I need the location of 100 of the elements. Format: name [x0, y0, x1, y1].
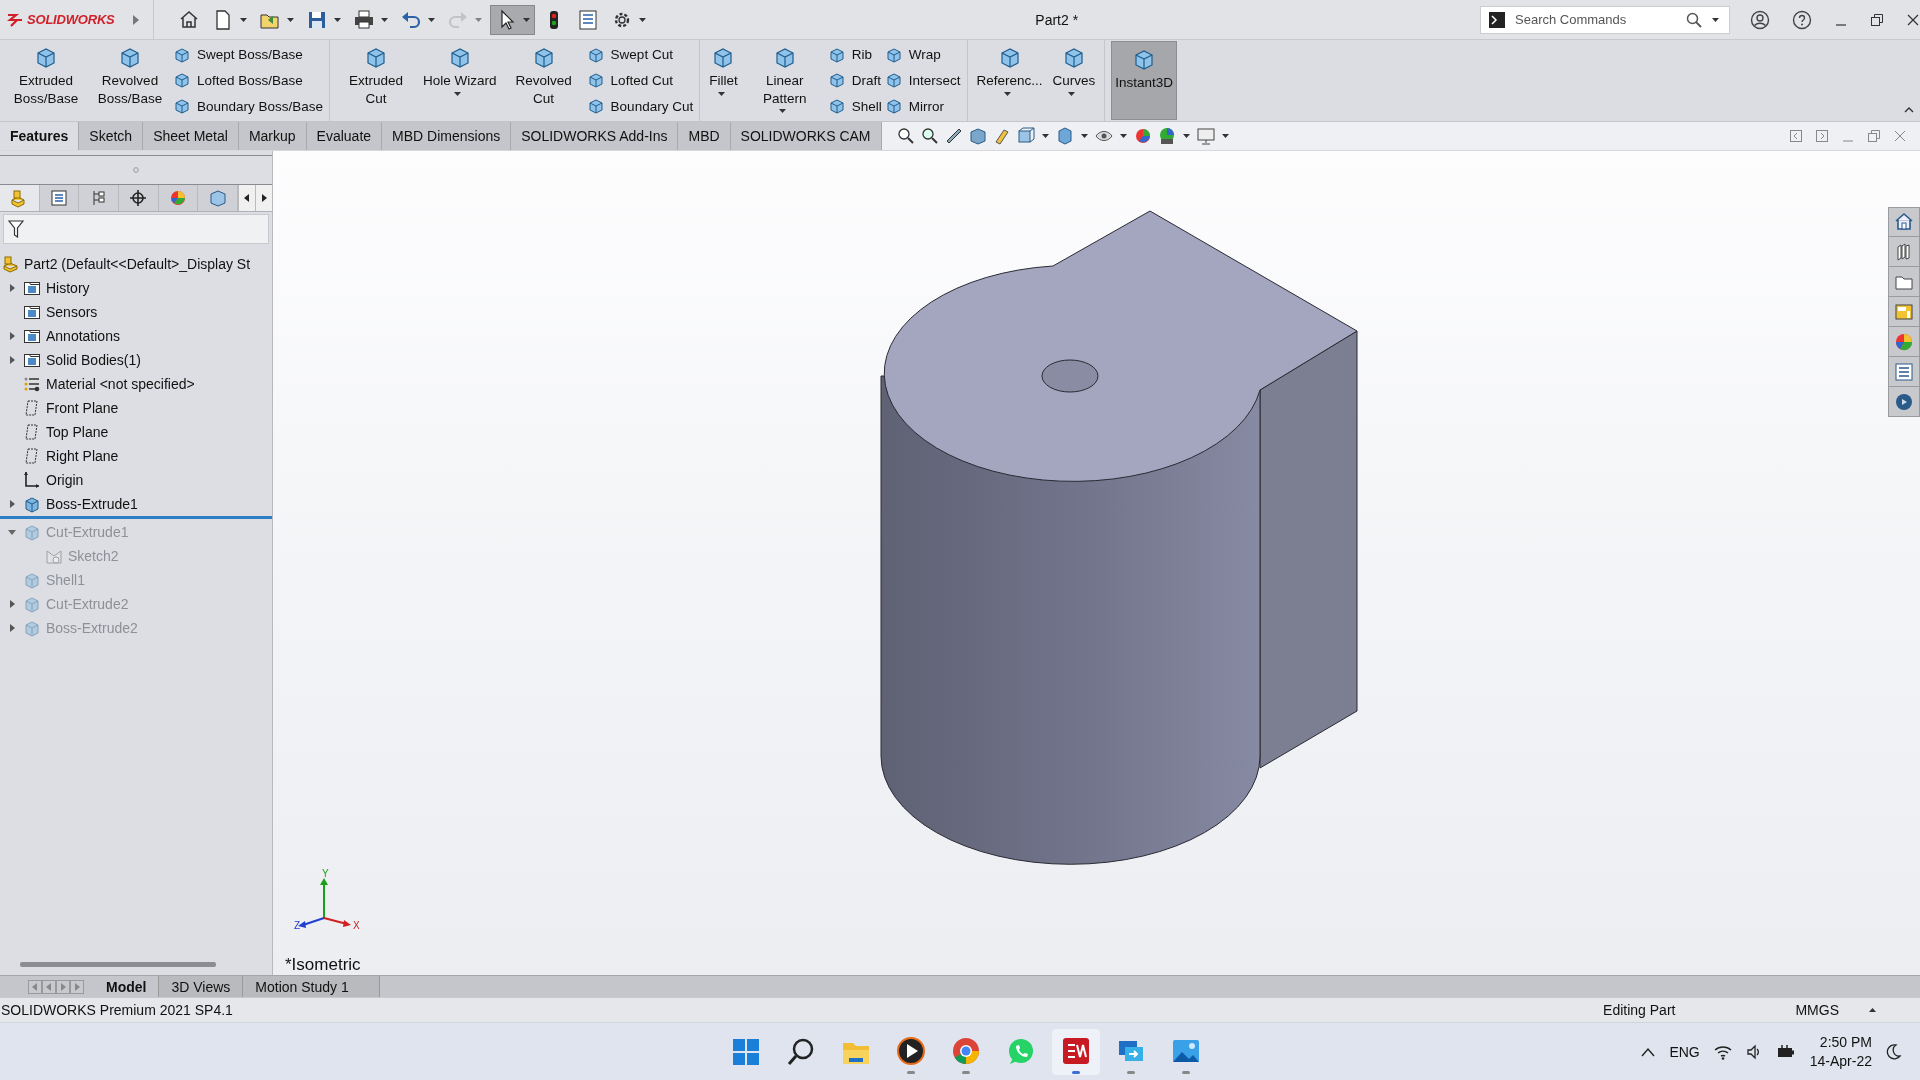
task-pane-tab[interactable]: [1888, 267, 1920, 297]
caret-icon[interactable]: [240, 17, 248, 22]
ribbon-tab[interactable]: MBD: [678, 122, 731, 150]
tree-item[interactable]: Solid Bodies(1): [46, 352, 141, 368]
caret-icon[interactable]: [381, 17, 389, 22]
expand-arrow-icon[interactable]: [8, 600, 16, 608]
ribbon-button[interactable]: Referenc...: [973, 40, 1046, 121]
clock-time[interactable]: 2:50 PM: [1819, 1033, 1872, 1052]
caret-icon[interactable]: [334, 17, 342, 22]
ribbon-button[interactable]: Intersect: [885, 68, 961, 93]
tile-left-icon[interactable]: [1790, 130, 1802, 142]
search-field[interactable]: Search Commands: [1513, 11, 1678, 28]
tree-item[interactable]: Sensors: [46, 304, 98, 320]
ribbon-button[interactable]: Extruded Boss/Base: [6, 40, 86, 121]
ribbon-button[interactable]: Hole Wizard: [420, 40, 500, 121]
ribbon-button[interactable]: Lofted Cut: [587, 68, 694, 93]
view-tab[interactable]: 3D Views: [159, 976, 244, 997]
tree-item[interactable]: Material <not specified>: [46, 376, 195, 392]
caret-icon[interactable]: [639, 17, 647, 22]
language-indicator[interactable]: ENG: [1669, 1043, 1700, 1060]
battery-icon[interactable]: [1775, 1043, 1796, 1060]
search-bar[interactable]: Search Commands: [1480, 5, 1730, 34]
pointer-button[interactable]: [490, 4, 536, 35]
caret-icon[interactable]: [1004, 91, 1011, 96]
ribbon-button[interactable]: Lofted Boss/Base: [174, 68, 324, 93]
collapse-ribbon-icon[interactable]: [1904, 107, 1914, 113]
ribbon-button[interactable]: Fillet: [706, 40, 741, 121]
expand-arrow-icon[interactable]: [8, 624, 16, 632]
expand-arrow-icon[interactable]: [8, 284, 16, 292]
show-hidden-icons-icon[interactable]: [1641, 1046, 1656, 1057]
restore-icon[interactable]: [1870, 12, 1884, 27]
caret-icon[interactable]: [717, 91, 725, 96]
ribbon-button[interactable]: Curves: [1049, 40, 1099, 121]
tree-item[interactable]: Origin: [46, 472, 84, 488]
caret-icon[interactable]: [454, 91, 462, 96]
ribbon-button[interactable]: Mirror: [885, 94, 961, 119]
ribbon-tab[interactable]: SOLIDWORKS CAM: [730, 122, 882, 150]
caret-up-icon[interactable]: [1869, 1008, 1876, 1012]
wifi-icon[interactable]: [1713, 1043, 1732, 1060]
ribbon-tab[interactable]: Evaluate: [306, 122, 383, 150]
collapse-arrow-icon[interactable]: [8, 528, 16, 536]
ribbon-button[interactable]: Draft: [828, 68, 882, 93]
ribbon-button[interactable]: Swept Boss/Base: [174, 42, 324, 67]
caret-icon[interactable]: [1182, 134, 1190, 138]
ribbon-tab[interactable]: Markup: [238, 122, 307, 150]
ribbon-button[interactable]: Linear Pattern: [744, 40, 825, 121]
tree-item[interactable]: Annotations: [46, 328, 120, 344]
ribbon-button[interactable]: Swept Cut: [587, 42, 694, 67]
caret-icon[interactable]: [1080, 134, 1088, 138]
tree-item[interactable]: Front Plane: [46, 400, 119, 416]
expand-arrow-icon[interactable]: [133, 14, 140, 25]
caret-icon[interactable]: [779, 109, 787, 114]
ribbon-button[interactable]: Revolved Cut: [503, 40, 584, 121]
ribbon-tab[interactable]: MBD Dimensions: [382, 122, 512, 150]
volume-icon[interactable]: [1745, 1043, 1762, 1060]
ribbon-tab[interactable]: Sketch: [79, 122, 144, 150]
ribbon-button[interactable]: Boundary Cut: [587, 94, 694, 119]
clock-date[interactable]: 14-Apr-22: [1809, 1051, 1872, 1070]
tree-item[interactable]: Right Plane: [46, 448, 119, 464]
ribbon-button[interactable]: Revolved Boss/Base: [90, 40, 170, 121]
horizontal-scrollbar[interactable]: [20, 962, 216, 967]
ribbon-tab[interactable]: SOLIDWORKS Add-Ins: [511, 122, 679, 150]
caret-icon[interactable]: [1119, 134, 1127, 138]
ribbon-button[interactable]: Rib: [828, 42, 882, 67]
filter-field[interactable]: [3, 214, 269, 244]
close-icon[interactable]: [1906, 12, 1920, 27]
caret-icon[interactable]: [1712, 17, 1719, 22]
ribbon-tab[interactable]: Sheet Metal: [143, 122, 239, 150]
caret-icon[interactable]: [287, 17, 295, 22]
tree-item[interactable]: History: [46, 280, 90, 296]
ribbon-button[interactable]: Extruded Cut: [336, 40, 417, 121]
zoom-area-icon[interactable]: [919, 126, 940, 146]
scroll-left-icon[interactable]: [238, 185, 256, 211]
caret-icon[interactable]: [1068, 91, 1076, 96]
zoom-to-fit-icon[interactable]: [895, 126, 916, 146]
task-pane-tab[interactable]: [1888, 237, 1920, 267]
expand-arrow-icon[interactable]: [8, 356, 16, 364]
ribbon-button[interactable]: Instant3D: [1111, 41, 1178, 120]
search-icon[interactable]: [1686, 11, 1702, 28]
expand-arrow-icon[interactable]: [8, 332, 16, 340]
caret-icon[interactable]: [428, 17, 436, 22]
tree-item[interactable]: Boss-Extrude1: [46, 496, 138, 512]
expand-arrow-icon[interactable]: [8, 500, 16, 508]
part-model-drawing[interactable]: [880, 210, 1358, 865]
task-pane-tab[interactable]: [1888, 357, 1920, 387]
ribbon-button[interactable]: Wrap: [885, 42, 961, 67]
account-icon[interactable]: [1750, 9, 1770, 30]
task-pane-tab[interactable]: [1888, 297, 1920, 327]
tree-item[interactable]: Part2 (Default<<Default>_Display St: [24, 256, 251, 272]
task-pane-tab[interactable]: [1888, 207, 1920, 237]
view-tab[interactable]: Motion Study 1: [243, 976, 380, 997]
units-selector[interactable]: MMGS: [1795, 1002, 1839, 1018]
caret-icon[interactable]: [1041, 134, 1049, 138]
view-orientation-icon[interactable]: [1015, 126, 1036, 146]
caret-icon[interactable]: [523, 17, 531, 22]
tile-right-icon[interactable]: [1816, 130, 1828, 142]
splitter-handle-icon[interactable]: [133, 167, 139, 173]
task-pane-tab[interactable]: [1888, 387, 1920, 417]
ribbon-button[interactable]: Boundary Boss/Base: [174, 94, 324, 119]
caret-icon[interactable]: [1221, 134, 1229, 138]
